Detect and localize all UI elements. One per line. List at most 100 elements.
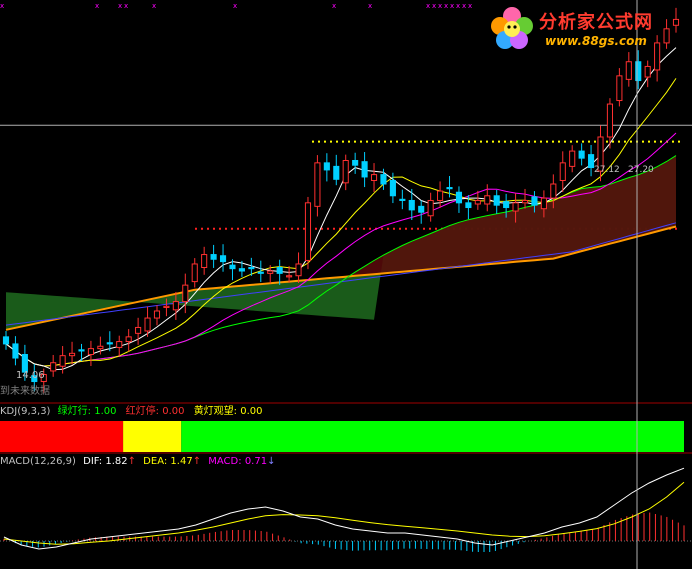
dif-up-arrow-icon: ↑	[127, 456, 136, 467]
yellow-light-value: 0.00	[240, 406, 263, 417]
dif-value: 1.82	[105, 456, 128, 467]
candle-body	[361, 161, 368, 178]
candle-body	[512, 202, 519, 212]
candle-body	[323, 162, 330, 171]
candle-body	[625, 61, 632, 80]
candle-body	[588, 154, 595, 169]
candle-body	[559, 162, 566, 181]
signal-segment	[0, 421, 124, 452]
macd-down-arrow-icon: ↓	[267, 456, 276, 467]
candle-body	[286, 275, 293, 278]
candle-body	[352, 159, 359, 166]
green-light-value: 1.00	[94, 406, 117, 417]
cursor-value-right: 27.20	[628, 165, 654, 175]
macd-legend: MACD(12,26,9) DIF: 1.82↑ DEA: 1.47↑ MACD…	[0, 456, 275, 468]
candle-body	[465, 202, 472, 209]
candle-body	[484, 195, 491, 205]
watermark-logo: 分析家公式网 www.88gs.com	[487, 4, 687, 52]
signal-marker: x	[462, 2, 466, 10]
signal-marker: x	[432, 2, 436, 10]
candle-body	[59, 355, 66, 367]
candle-body	[2, 336, 10, 345]
candle-body	[389, 179, 396, 197]
signal-marker: x	[95, 2, 99, 10]
candle-body	[144, 317, 151, 332]
candle-body	[578, 150, 585, 159]
candle-body	[182, 284, 189, 303]
future-data-label: 到未来数据	[0, 386, 50, 397]
candle-body	[135, 326, 142, 334]
candle-body	[257, 271, 264, 274]
candle-body	[78, 349, 85, 352]
candle-body	[97, 345, 104, 350]
candle-body	[427, 199, 434, 217]
dea-up-arrow-icon: ↑	[192, 456, 202, 467]
candle-body	[248, 266, 255, 270]
candle-body	[229, 264, 236, 270]
candle-body	[295, 263, 302, 277]
macd-value: 0.71	[244, 456, 268, 467]
candle-body	[172, 301, 179, 311]
candle-body	[644, 65, 651, 78]
signal-marker: x	[124, 2, 128, 10]
candle-body	[106, 342, 113, 345]
candle-body	[276, 266, 283, 274]
candle-body	[437, 190, 444, 201]
signal-marker: x	[438, 2, 442, 10]
candle-body	[238, 268, 245, 272]
candle-body	[531, 196, 538, 206]
candle-body	[474, 199, 481, 205]
candle-body	[12, 343, 19, 359]
candle-body	[153, 310, 161, 319]
kdj-legend: KDJ(9,3,3) 绿灯行: 1.00 红灯停: 0.00 黄灯观望: 0.0…	[0, 406, 263, 418]
macd-title: MACD(12,26,9)	[0, 456, 76, 467]
candle-body	[50, 362, 57, 372]
candle-body	[191, 263, 198, 283]
stock-chart: xxxxxxxxxxxxxxxx	[0, 0, 692, 569]
candle-body	[87, 348, 94, 355]
candle-body	[201, 254, 208, 268]
candle-body	[219, 255, 227, 263]
signal-marker: x	[426, 2, 430, 10]
candle-body	[342, 159, 349, 184]
signal-marker: x	[0, 2, 4, 10]
candle-body	[616, 75, 623, 102]
candle-body	[540, 197, 547, 210]
kdj-title: KDJ(9,3,3)	[0, 406, 51, 417]
watermark-url: www.88gs.com	[545, 34, 647, 48]
candle-body	[210, 254, 217, 260]
signal-marker: x	[450, 2, 454, 10]
candle-body	[116, 341, 123, 348]
signal-marker: x	[233, 2, 237, 10]
candle-body	[380, 174, 387, 185]
candle-body	[418, 205, 425, 213]
macd-panel	[0, 467, 692, 552]
signal-marker: x	[332, 2, 336, 10]
low-price-label: 14.06	[16, 370, 45, 381]
candle-body	[569, 150, 576, 167]
yellow-light-label: 黄灯观望:	[193, 406, 238, 417]
watermark-title: 分析家公式网	[539, 12, 653, 33]
candle-body	[455, 191, 463, 204]
candle-body	[304, 202, 312, 261]
dif-line	[3, 467, 685, 550]
dea-value: 1.47	[170, 456, 193, 467]
signal-marker: x	[152, 2, 156, 10]
candle-body	[493, 195, 500, 206]
candle-body	[606, 103, 614, 138]
dif-label: DIF:	[83, 456, 103, 467]
candle-body	[314, 162, 321, 207]
signal-marker: x	[468, 2, 472, 10]
dea-line	[3, 481, 685, 545]
green-light-label: 绿灯行:	[57, 406, 92, 417]
candle-body	[267, 270, 274, 274]
cursor-value-left: 27.12	[594, 165, 620, 175]
signal-marker: x	[456, 2, 460, 10]
candle-body	[521, 199, 529, 204]
signal-segment	[123, 421, 182, 452]
candle-body	[550, 183, 557, 199]
kdj-signal-bar	[0, 421, 684, 452]
macd-label: MACD:	[208, 456, 242, 467]
candle-body	[408, 199, 415, 211]
price-panel: xxxxxxxxxxxxxxxx	[0, 2, 692, 394]
